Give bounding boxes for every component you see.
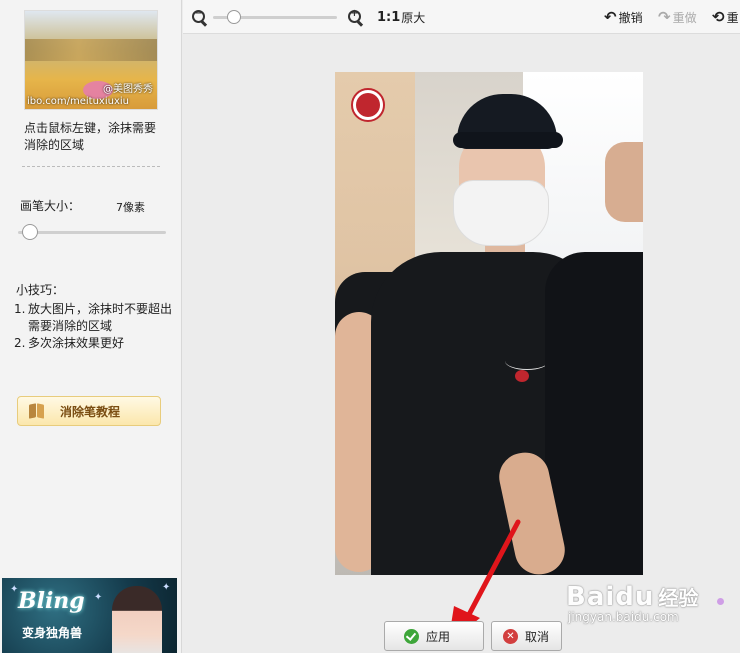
apply-button[interactable]: 应用 <box>384 621 484 651</box>
tip-text: 多次涂抹效果更好 <box>28 336 125 350</box>
ad-title: Bling <box>18 588 85 614</box>
tips-list: 1. 放大图片，涂抹时不要超出需要消除的区域 2. 多次涂抹效果更好 <box>14 301 174 352</box>
thumbnail-cliff <box>25 39 157 61</box>
brush-size-handle[interactable] <box>22 224 38 240</box>
tip-text: 放大图片，涂抹时不要超出需要消除的区域 <box>28 302 173 333</box>
reset-button[interactable]: ⟲ 重 <box>712 8 739 26</box>
tip-item: 1. 放大图片，涂抹时不要超出需要消除的区域 <box>14 301 174 335</box>
photo-being-edited[interactable] <box>335 72 643 575</box>
baidu-logo-text: Baidu <box>566 582 655 612</box>
thumbnail-preview: @美图秀秀 ibo.com/meituxiuxiu <box>24 10 158 110</box>
baidu-jingyan-watermark: Baidu 经验 jingyan.baidu.com <box>566 582 736 642</box>
sparkle-icon: ✦ <box>162 582 171 593</box>
brush-size-value: 7像素 <box>116 201 145 214</box>
undo-label: 撤销 <box>618 10 643 25</box>
cancel-button[interactable]: ✕ 取消 <box>491 621 562 651</box>
undo-icon: ↶ <box>604 8 617 26</box>
ad-subtitle: 变身独角兽 <box>22 626 83 640</box>
photo-face-mask <box>453 180 549 246</box>
check-icon <box>404 628 419 644</box>
tip-item: 2. 多次涂抹效果更好 <box>14 335 174 352</box>
undo-button[interactable]: ↶ 撤销 <box>604 8 643 26</box>
ad-model-image <box>112 586 162 653</box>
watermark-url: jingyan.baidu.com <box>568 610 679 624</box>
redo-icon: ↷ <box>658 8 671 26</box>
tips-title: 小技巧： <box>16 283 65 297</box>
reset-label: 重 <box>726 10 739 25</box>
brush-size-label: 画笔大小： <box>20 199 81 213</box>
photo-cap-brim <box>453 132 563 148</box>
redo-label: 重做 <box>672 10 697 25</box>
zoom-out-button[interactable]: − <box>192 8 207 25</box>
photo-bystander-head <box>605 142 643 222</box>
thumbnail-url: ibo.com/meituxiuxiu <box>27 96 129 107</box>
original-size-button[interactable]: 1:1 原大 <box>377 9 425 25</box>
tip-number: 1. <box>14 302 26 316</box>
tutorial-label: 消除笔教程 <box>60 404 121 419</box>
ad-banner[interactable]: ✦ ✦ ✦ Bling 变身独角兽 <box>2 578 177 653</box>
toolbar: − + 1:1 原大 ↶ 撤销 ↷ 重做 ⟲ 重 <box>183 0 740 34</box>
zoom-in-icon: + <box>348 8 363 25</box>
zoom-in-button[interactable]: + <box>348 8 363 25</box>
sparkle-icon: ✦ <box>94 592 103 603</box>
photo-logo-stamp <box>351 88 385 122</box>
zoom-slider-handle[interactable] <box>227 10 241 24</box>
thumbnail-watermark: @美图秀秀 <box>103 84 153 95</box>
photo-shirt-print <box>505 352 549 392</box>
decorative-dot <box>717 598 724 605</box>
apply-label: 应用 <box>426 629 451 644</box>
divider <box>22 166 160 167</box>
tip-number: 2. <box>14 336 26 350</box>
eraser-tutorial-button[interactable]: 消除笔教程 <box>17 396 161 426</box>
brush-size-slider[interactable] <box>18 231 166 234</box>
close-icon: ✕ <box>503 628 518 644</box>
reset-icon: ⟲ <box>712 8 725 26</box>
cancel-label: 取消 <box>525 629 550 644</box>
redo-button[interactable]: ↷ 重做 <box>658 8 697 26</box>
left-panel: @美图秀秀 ibo.com/meituxiuxiu 点击鼠标左键，涂抹需要消除的… <box>0 0 182 653</box>
book-icon <box>28 402 46 420</box>
erase-hint: 点击鼠标左键，涂抹需要消除的区域 <box>24 121 157 152</box>
original-size-prefix: 1:1 <box>377 9 401 25</box>
original-size-label: 原大 <box>401 10 426 25</box>
zoom-out-icon: − <box>192 8 207 25</box>
jingyan-text: 经验 <box>658 586 699 610</box>
